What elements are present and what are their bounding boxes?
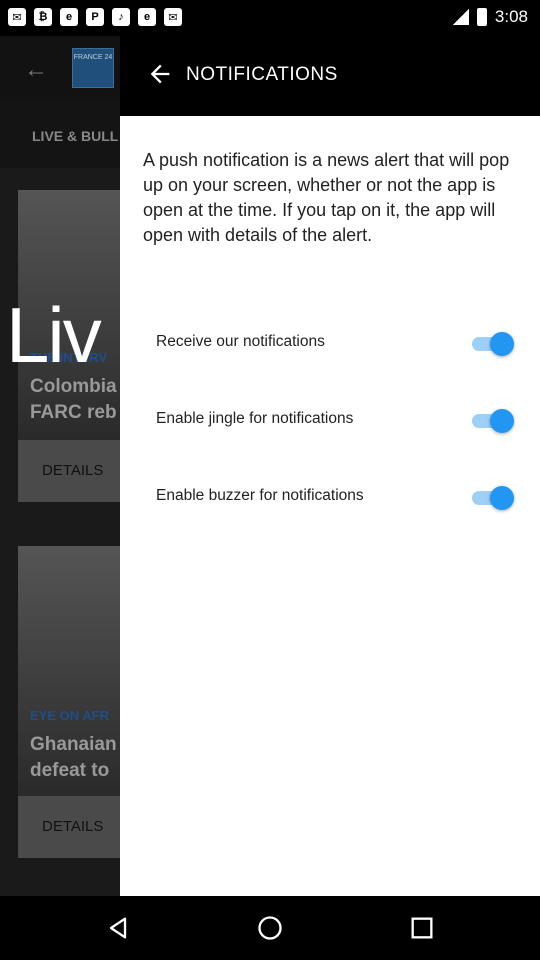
status-bar: ✉ ₿ e P ♪ e ✉ 3:08	[0, 0, 540, 36]
back-triangle-icon[interactable]	[104, 914, 132, 942]
setting-label: Receive our notifications	[156, 333, 325, 350]
back-arrow-icon[interactable]	[146, 60, 174, 88]
setting-receive-notifications[interactable]: Receive our notifications	[156, 328, 516, 360]
setting-jingle[interactable]: Enable jingle for notifications	[156, 405, 516, 437]
card-title: Ghanaian defeat to	[30, 734, 117, 781]
notification-icons: ✉ ₿ e P ♪ e ✉	[8, 8, 182, 26]
live-overlay-text: Liv	[6, 291, 102, 379]
page-title: NOTIFICATIONS	[186, 64, 338, 85]
sound-icon: ♪	[112, 8, 130, 26]
esc-icon: e	[138, 8, 156, 26]
clock: 3:08	[494, 7, 528, 26]
receive-notifications-toggle[interactable]	[472, 332, 514, 356]
home-circle-icon[interactable]	[256, 914, 284, 942]
card-title: Colombia FARC reb	[30, 376, 117, 423]
setting-buzzer[interactable]: Enable buzzer for notifications	[156, 482, 516, 514]
espn-icon: e	[60, 8, 78, 26]
recents-square-icon[interactable]	[408, 914, 436, 942]
notifications-header: NOTIFICATIONS	[120, 36, 540, 116]
news-image: EYE ON AFR Ghanaian defeat to	[18, 546, 128, 796]
toggle-thumb	[490, 409, 514, 433]
toggle-thumb	[490, 486, 514, 510]
intro-text: A push notification is a news alert that…	[143, 150, 510, 245]
buzzer-toggle[interactable]	[472, 486, 514, 510]
back-arrow-icon[interactable]: ←	[24, 56, 48, 84]
setting-label: Enable buzzer for notifications	[156, 487, 364, 504]
bitcoin-icon: ₿	[34, 8, 52, 26]
jingle-toggle[interactable]	[472, 409, 514, 433]
details-button[interactable]: DETAILS	[18, 440, 128, 502]
toggle-thumb	[490, 332, 514, 356]
france24-logo: FRANCE 24	[72, 48, 114, 88]
signal-icon	[452, 9, 469, 25]
card-tag: EYE ON AFR	[30, 708, 109, 723]
details-button[interactable]: DETAILS	[18, 796, 128, 858]
gmail-icon: ✉	[164, 8, 182, 26]
notifications-panel: A push notification is a news alert that…	[120, 116, 540, 896]
pinterest-icon: P	[86, 8, 104, 26]
news-card[interactable]: EYE ON AFR Ghanaian defeat to	[18, 546, 128, 796]
system-status: 3:08	[452, 7, 528, 27]
setting-label: Enable jingle for notifications	[156, 410, 354, 427]
battery-icon	[476, 8, 487, 26]
navigation-bar	[0, 896, 540, 960]
gmail-icon: ✉	[8, 8, 26, 26]
